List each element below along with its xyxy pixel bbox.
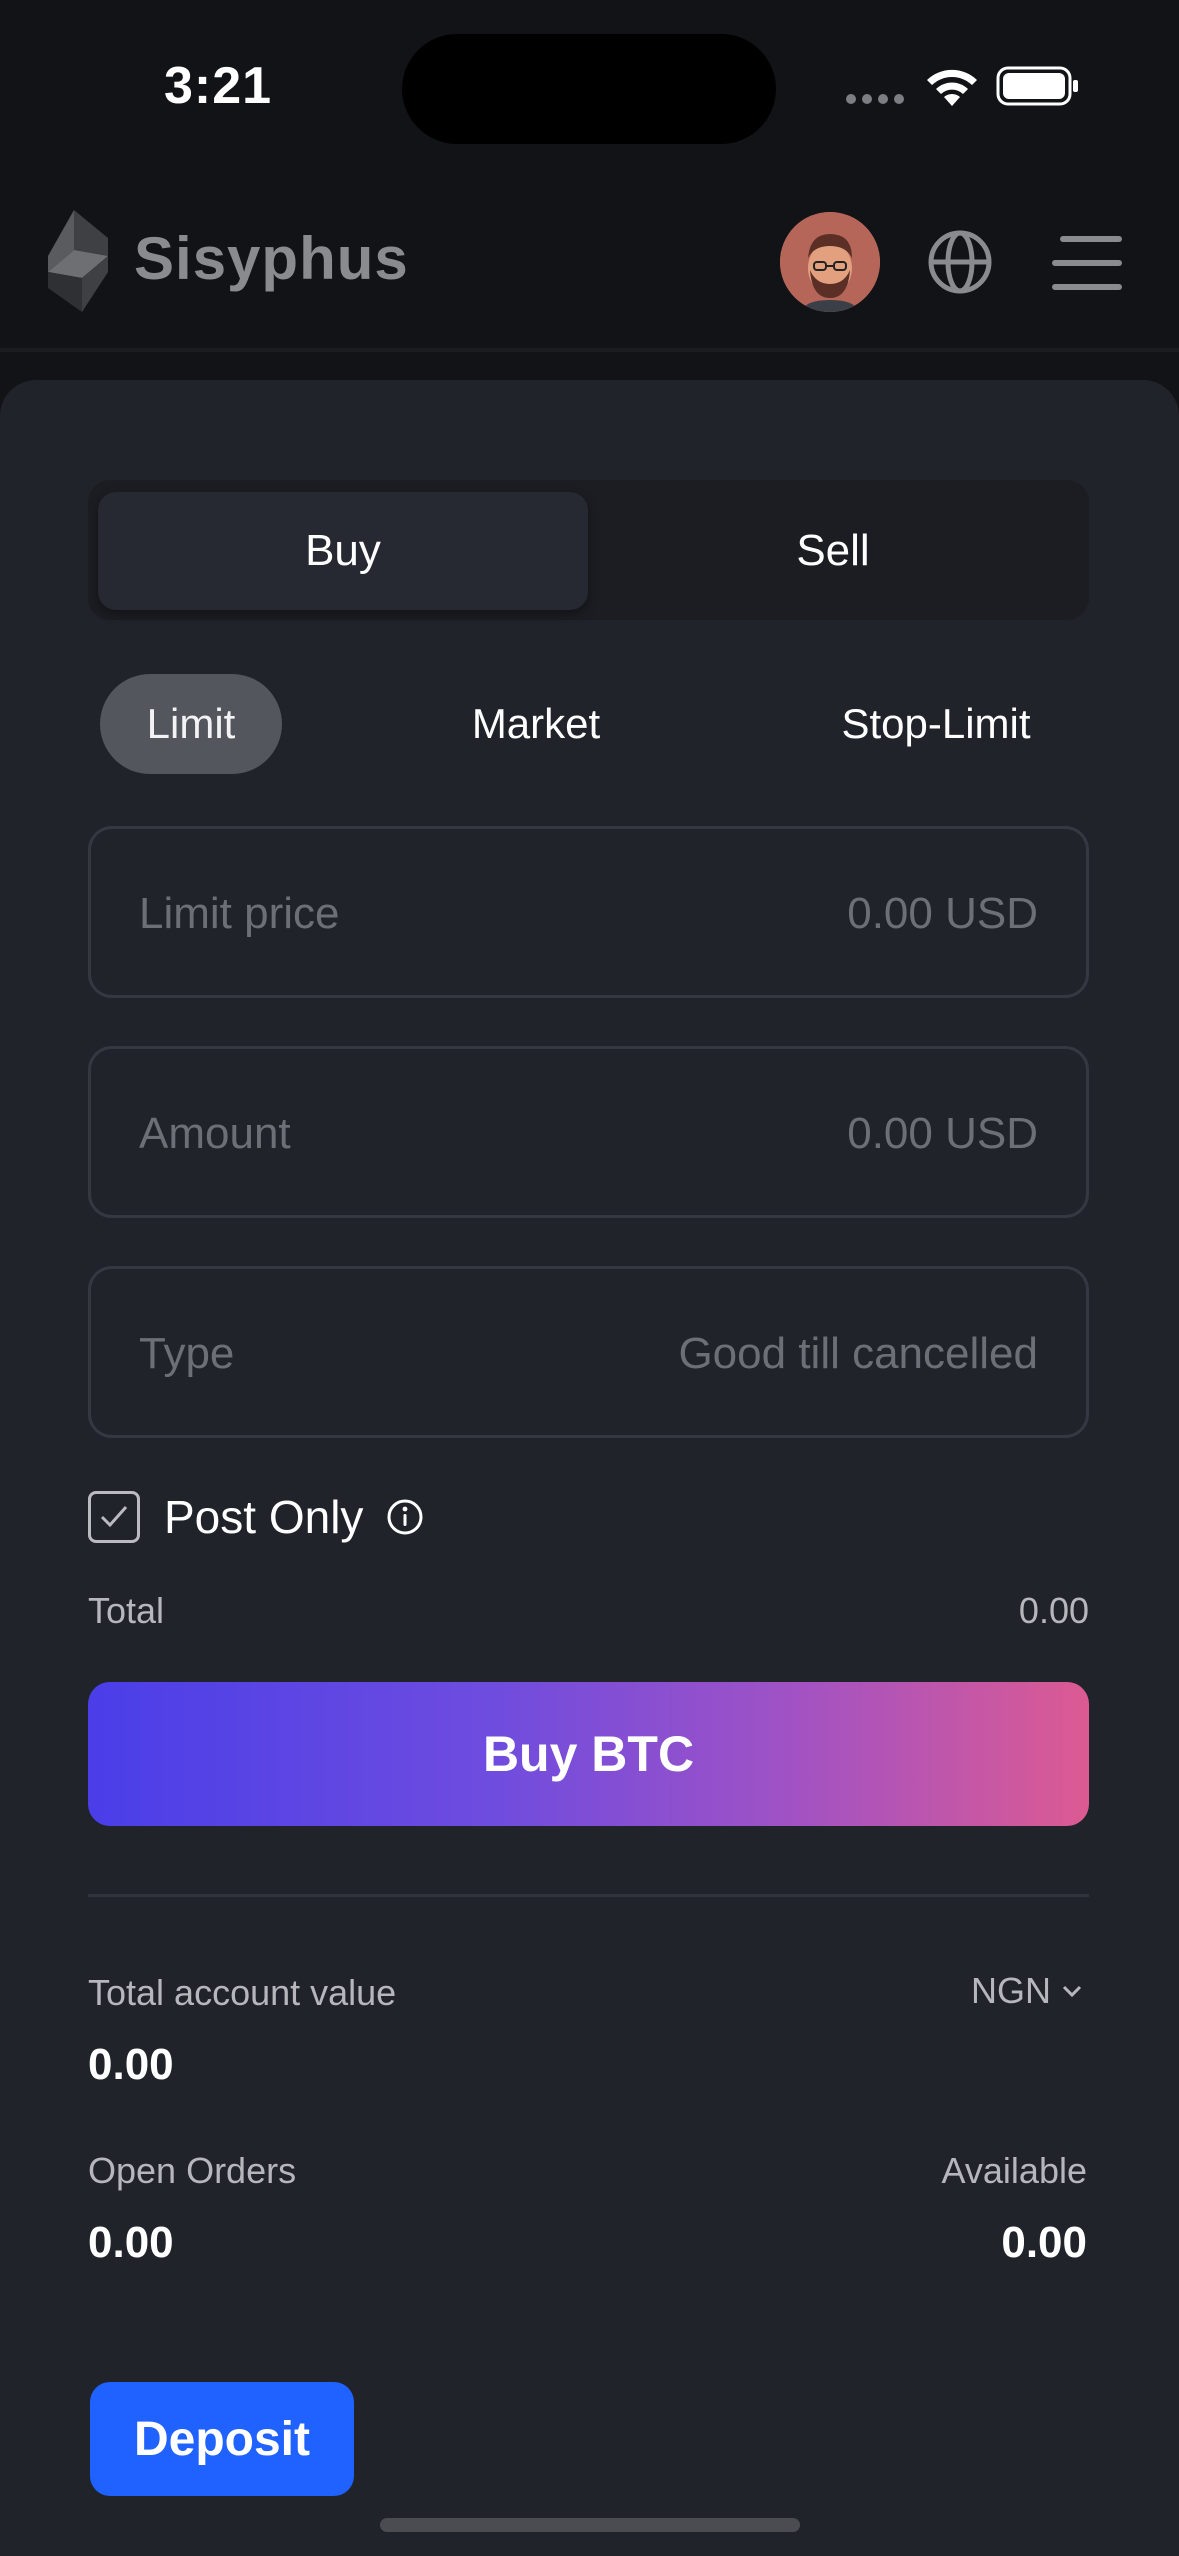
status-time: 3:21	[164, 57, 273, 115]
buy-btc-button[interactable]: Buy BTC	[88, 1682, 1089, 1826]
post-only-row: Post Only	[88, 1482, 425, 1552]
limit-price-label: Limit price	[139, 889, 340, 938]
post-only-checkbox[interactable]	[88, 1491, 140, 1543]
currency-selector[interactable]: NGN	[971, 1970, 1083, 2012]
amount-field[interactable]: Amount 0.00 USD	[88, 1046, 1089, 1218]
status-bar: 3:21	[0, 0, 1179, 180]
home-indicator[interactable]	[380, 2518, 800, 2532]
cellular-signal-icon	[846, 94, 906, 106]
checkmark-icon	[100, 1506, 128, 1528]
deposit-button[interactable]: Deposit	[90, 2382, 354, 2496]
post-only-label: Post Only	[164, 1491, 364, 1543]
side-toggle: Buy Sell	[88, 480, 1089, 620]
order-type-stop-limit[interactable]: Stop-Limit	[820, 674, 1052, 774]
type-label: Type	[139, 1329, 235, 1378]
user-avatar[interactable]	[780, 212, 880, 312]
total-label: Total	[88, 1590, 165, 1631]
sisyphus-logo-icon[interactable]	[44, 210, 112, 312]
currency-label: NGN	[971, 1970, 1051, 2011]
dynamic-island	[402, 34, 776, 144]
total-account-value-label: Total account value	[88, 1972, 397, 2013]
type-value: Good till cancelled	[678, 1329, 1038, 1378]
order-type-limit[interactable]: Limit	[100, 674, 282, 774]
chevron-down-icon	[1062, 1985, 1082, 1998]
app-header: Sisyphus	[0, 180, 1179, 352]
wifi-icon	[927, 69, 977, 106]
open-orders-value: 0.00	[88, 2218, 174, 2267]
order-type-field[interactable]: Type Good till cancelled	[88, 1266, 1089, 1438]
open-orders-label: Open Orders	[88, 2150, 297, 2191]
buy-tab[interactable]: Buy	[98, 492, 588, 610]
amount-label: Amount	[139, 1109, 291, 1158]
divider	[88, 1894, 1089, 1897]
available-label: Available	[941, 2150, 1087, 2191]
total-account-value: 0.00	[88, 2040, 174, 2089]
brand-name: Sisyphus	[134, 225, 409, 292]
amount-value: 0.00 USD	[847, 1109, 1038, 1158]
globe-icon[interactable]	[926, 228, 994, 296]
total-value: 0.00	[1018, 1590, 1089, 1631]
app-screen: 3:21 Sisyphus Buy Sell Limit Market Stop…	[0, 0, 1179, 2556]
order-type-market[interactable]: Market	[440, 674, 632, 774]
trade-panel: Buy Sell Limit Market Stop-Limit Limit p…	[0, 380, 1179, 2556]
limit-price-value: 0.00 USD	[847, 889, 1038, 938]
battery-icon	[996, 66, 1078, 106]
info-icon[interactable]	[385, 1497, 425, 1537]
available-value: 0.00	[1001, 2218, 1087, 2267]
sell-tab[interactable]: Sell	[588, 492, 1078, 610]
hamburger-menu-icon[interactable]	[1052, 232, 1122, 294]
limit-price-field[interactable]: Limit price 0.00 USD	[88, 826, 1089, 998]
